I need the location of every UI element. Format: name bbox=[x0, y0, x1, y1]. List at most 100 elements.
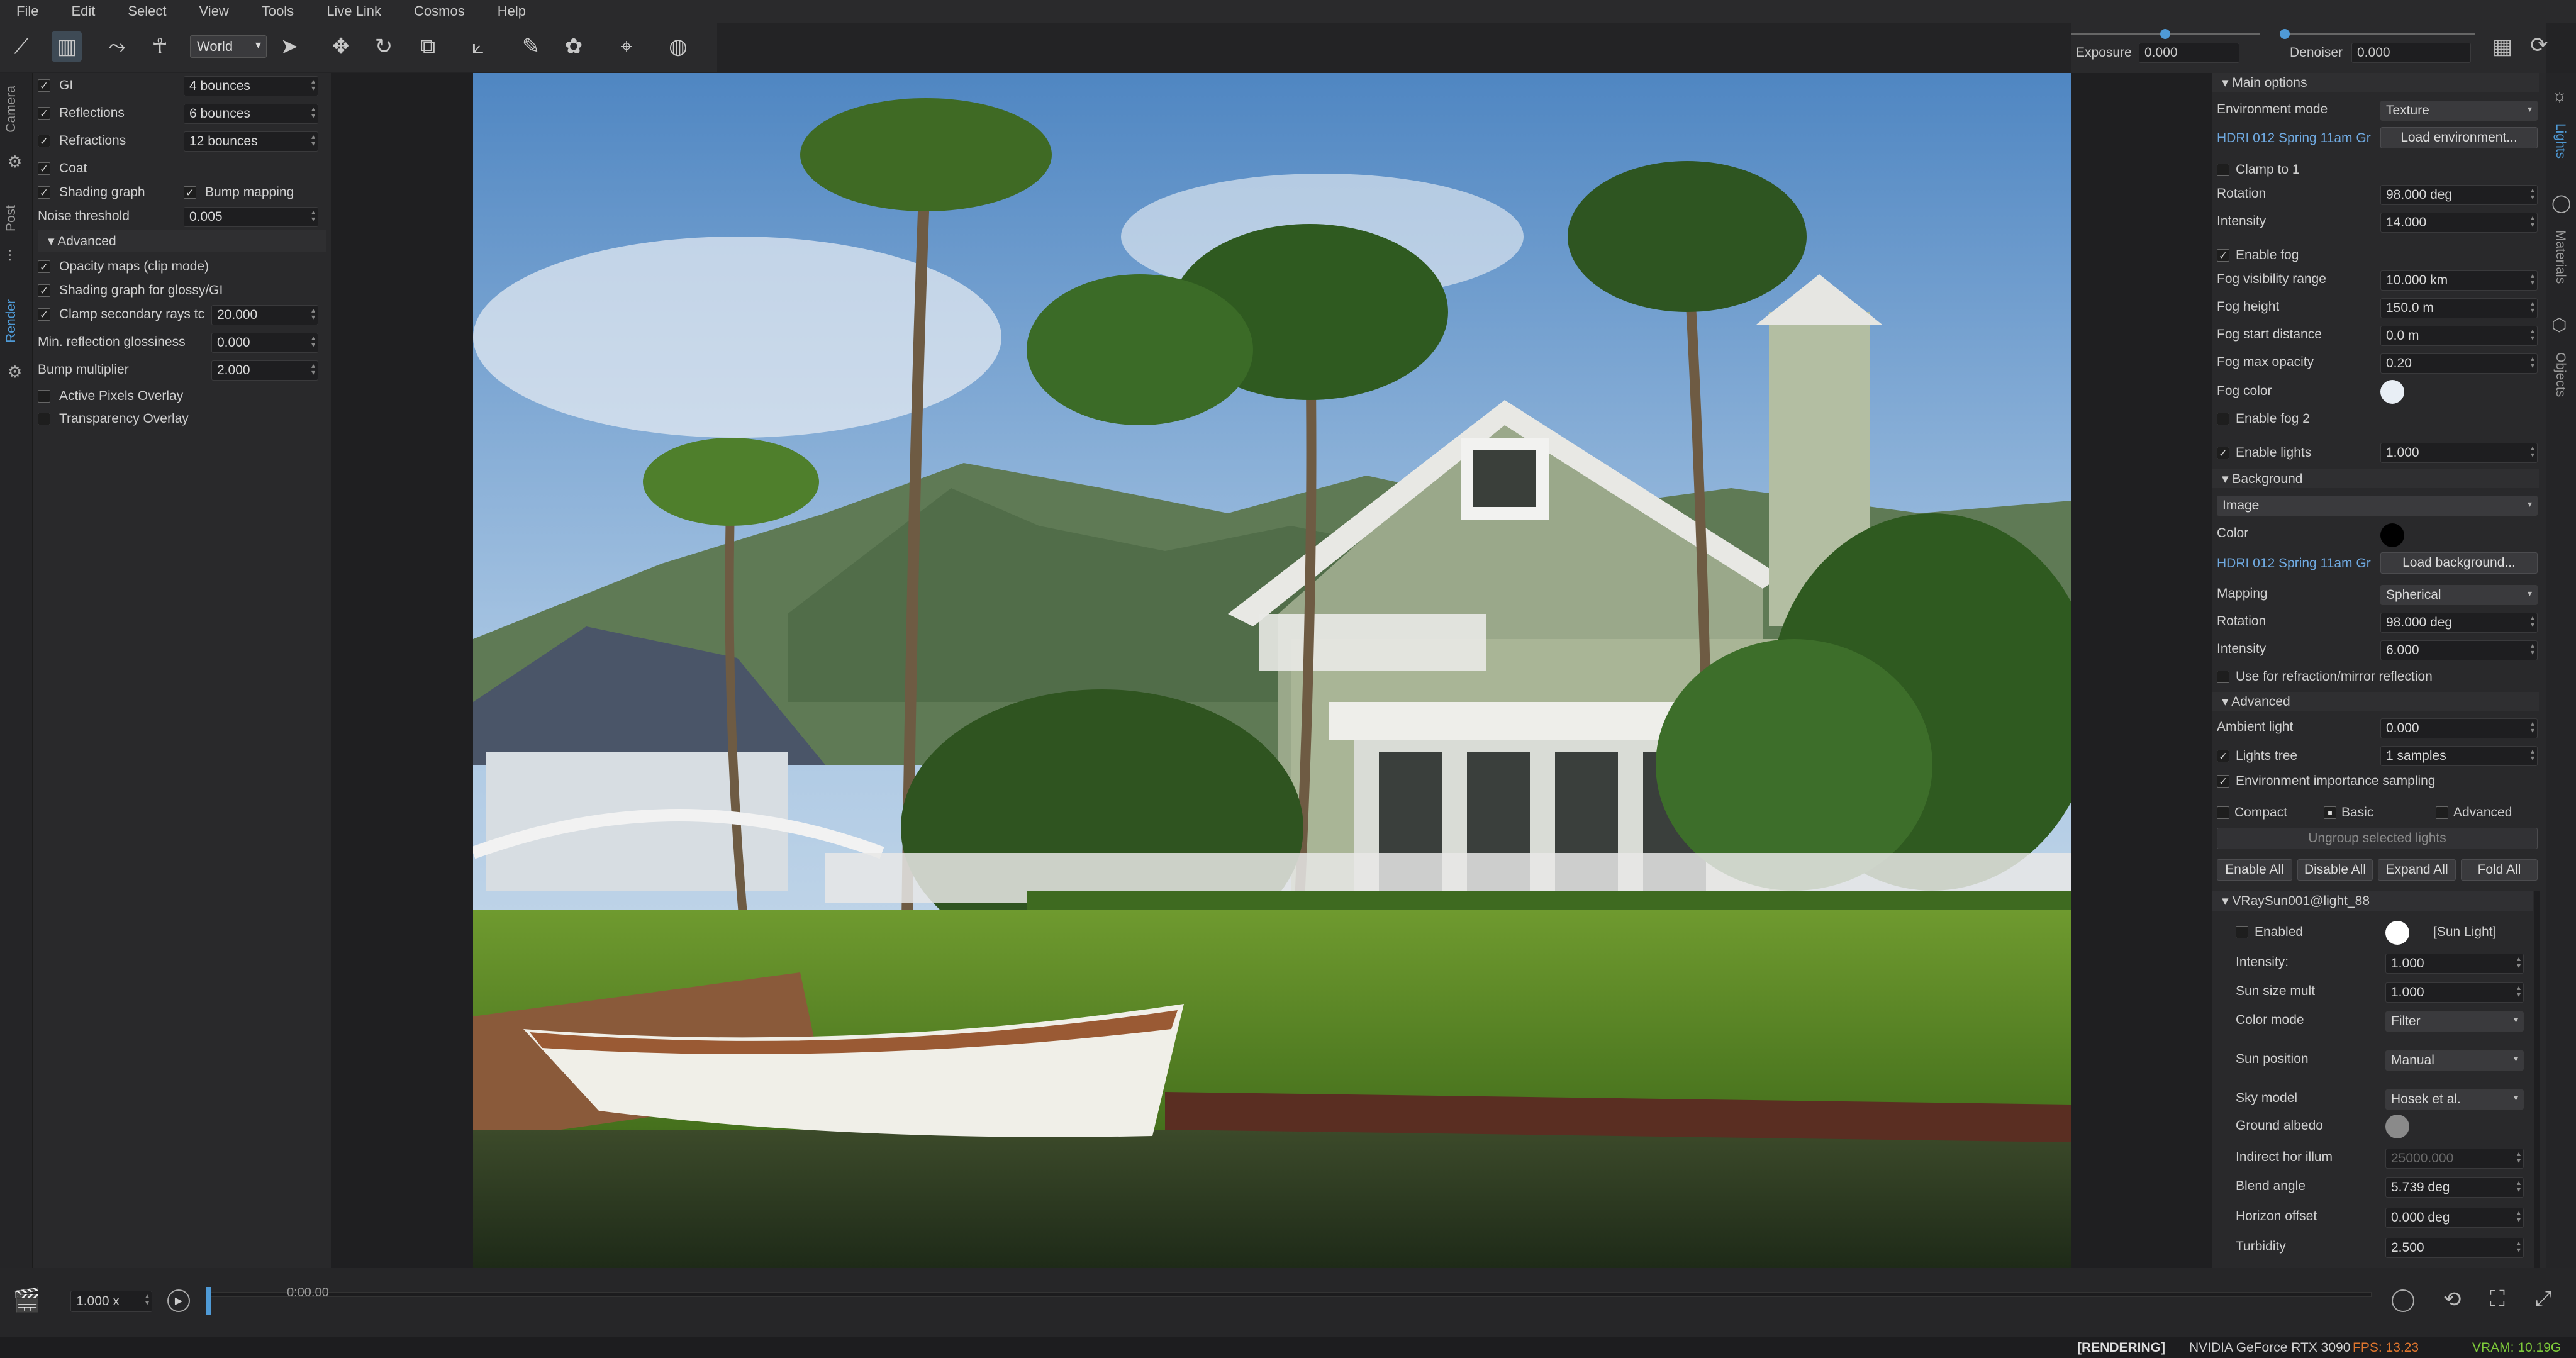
ambient-light-field[interactable]: 0.000 ▴ ▾ bbox=[2380, 718, 2538, 738]
menu-live-link[interactable]: Live Link bbox=[326, 3, 381, 19]
region-render-icon[interactable]: ⛶ bbox=[2490, 1287, 2505, 1311]
sun-sky-model-field[interactable]: Hosek et al. ▾ bbox=[2385, 1089, 2524, 1110]
clamp-secondary-field[interactable]: 20.000 ▴ ▾ bbox=[211, 305, 318, 325]
pointer-icon[interactable]: ➤ bbox=[274, 31, 304, 62]
clapperboard-icon[interactable]: 🎬 bbox=[13, 1287, 41, 1313]
exposure-field[interactable]: 0.000 bbox=[2139, 43, 2239, 63]
exposure-slider-handle[interactable] bbox=[2160, 29, 2170, 39]
enable-lights-checkbox[interactable]: ✓ bbox=[2217, 447, 2229, 459]
fog-opacity-field[interactable]: 0.20 ▴ ▾ bbox=[2380, 353, 2538, 374]
tab-camera[interactable]: Camera bbox=[4, 86, 19, 133]
min-reflection-glossiness-field[interactable]: 0.000 ▴ ▾ bbox=[211, 333, 318, 353]
move-icon[interactable]: ✥ bbox=[326, 31, 356, 62]
bg-rotation-field[interactable]: 98.000 deg ▴ ▾ bbox=[2380, 613, 2538, 633]
tab-render[interactable]: Render bbox=[4, 299, 19, 343]
materials-tab-icon[interactable]: ◯ bbox=[2551, 192, 2571, 213]
menu-help[interactable]: Help bbox=[498, 3, 526, 19]
play-icon[interactable]: ▶ bbox=[167, 1289, 190, 1312]
disable-all-button[interactable]: Disable All bbox=[2297, 859, 2373, 881]
gizmo-icon[interactable]: ⟀ bbox=[463, 31, 493, 62]
sun-ground-albedo-swatch[interactable] bbox=[2385, 1115, 2409, 1138]
palette-icon[interactable]: ◍ bbox=[663, 31, 693, 62]
load-environment-button[interactable]: Load environment... bbox=[2380, 127, 2538, 148]
settings-icon[interactable]: ⟳ bbox=[2530, 33, 2548, 58]
timeline-track[interactable] bbox=[208, 1292, 2372, 1297]
denoiser-slider-handle[interactable] bbox=[2280, 29, 2290, 39]
target-icon[interactable]: ⌖ bbox=[611, 31, 642, 62]
refractions-checkbox[interactable]: ✓ bbox=[38, 135, 50, 147]
compact-radio[interactable]: ✓ bbox=[2217, 806, 2229, 819]
tab-objects[interactable]: Objects bbox=[2553, 352, 2568, 397]
load-background-button[interactable]: Load background... bbox=[2380, 552, 2538, 574]
enable-fog-checkbox[interactable]: ✓ bbox=[2217, 249, 2229, 262]
menu-file[interactable]: File bbox=[16, 3, 38, 19]
opacity-maps-checkbox[interactable]: ✓ bbox=[38, 260, 50, 273]
background-section-header[interactable]: ▾ Background bbox=[2212, 469, 2539, 488]
denoiser-slider[interactable] bbox=[2280, 33, 2475, 35]
tab-post[interactable]: Post bbox=[4, 205, 19, 231]
sun-sun-size-mult-field[interactable]: 1.000 ▴ ▾ bbox=[2385, 982, 2524, 1003]
fog-start-field[interactable]: 0.0 m ▴ ▾ bbox=[2380, 326, 2538, 346]
menu-select[interactable]: Select bbox=[128, 3, 166, 19]
bg-color-swatch[interactable] bbox=[2380, 523, 2404, 547]
enable-lights-field[interactable]: 1.000 ▴ ▾ bbox=[2380, 443, 2538, 463]
shading-graph-glossy-checkbox[interactable]: ✓ bbox=[38, 284, 50, 297]
use-refraction-checkbox[interactable]: ✓ bbox=[2217, 671, 2229, 683]
lights-tree-field[interactable]: 1 samples ▴ ▾ bbox=[2380, 746, 2538, 766]
sun-indirect-hor-illum-field[interactable]: 25000.000 ▴ ▾ bbox=[2385, 1149, 2524, 1169]
sun-color-swatch[interactable] bbox=[2385, 921, 2409, 945]
menu-edit[interactable]: Edit bbox=[71, 3, 95, 19]
hdri-env-link[interactable]: HDRI 012 Spring 11am Gr bbox=[2217, 131, 2378, 146]
enable-fog2-checkbox[interactable]: ✓ bbox=[2217, 413, 2229, 425]
sun-enabled-checkbox[interactable]: ✓ bbox=[2236, 926, 2248, 938]
render-viewport[interactable] bbox=[473, 73, 2071, 1268]
gi-checkbox[interactable]: ✓ bbox=[38, 79, 50, 92]
fog-color-swatch[interactable] bbox=[2380, 380, 2404, 404]
env-mode-select[interactable]: Texture ▾ bbox=[2380, 101, 2538, 121]
advanced-radio[interactable]: ✓ bbox=[2436, 806, 2448, 819]
fullscreen-icon[interactable]: ⤢ bbox=[2535, 1287, 2552, 1311]
scatter-icon[interactable]: ✿ bbox=[559, 31, 589, 62]
ungroup-lights-button[interactable]: Ungroup selected lights bbox=[2217, 828, 2538, 849]
clamp-secondary-checkbox[interactable]: ✓ bbox=[38, 308, 50, 321]
vray-icon[interactable]: ▥ bbox=[52, 31, 82, 62]
objects-tab-icon[interactable]: ⬡ bbox=[2551, 314, 2567, 335]
right-advanced-section-header[interactable]: ▾ Advanced bbox=[2212, 692, 2539, 711]
lights-tree-checkbox[interactable]: ✓ bbox=[2217, 750, 2229, 762]
fog-visibility-field[interactable]: 10.000 km ▴ ▾ bbox=[2380, 270, 2538, 291]
hdri-bg-link[interactable]: HDRI 012 Spring 11am Gr bbox=[2217, 556, 2378, 571]
reflections-checkbox[interactable]: ✓ bbox=[38, 107, 50, 120]
paint-icon[interactable]: ✎ bbox=[516, 31, 546, 62]
path-icon[interactable]: ⤳ bbox=[102, 31, 132, 62]
menu-cosmos[interactable]: Cosmos bbox=[414, 3, 465, 19]
advanced-section-header[interactable]: ▾ Advanced bbox=[38, 230, 326, 252]
tab-lights[interactable]: Lights bbox=[2553, 123, 2568, 159]
menu-view[interactable]: View bbox=[199, 3, 229, 19]
sun-blend-angle-field[interactable]: 5.739 deg ▴ ▾ bbox=[2385, 1177, 2524, 1198]
timeline-playhead[interactable] bbox=[206, 1287, 211, 1315]
rotate-icon[interactable]: ↻ bbox=[369, 31, 399, 62]
enable-all-button[interactable]: Enable All bbox=[2217, 859, 2292, 881]
main-options-header[interactable]: ▾ Main options bbox=[2212, 73, 2539, 92]
active-pixels-overlay-checkbox[interactable]: ✓ bbox=[38, 390, 50, 403]
mapping-select[interactable]: Spherical ▾ bbox=[2380, 585, 2538, 605]
coordinate-space-select[interactable]: World ▾ bbox=[190, 35, 267, 58]
fold-all-button[interactable]: Fold All bbox=[2461, 859, 2538, 881]
denoiser-field[interactable]: 0.000 bbox=[2351, 43, 2471, 63]
walk-icon[interactable]: ☥ bbox=[145, 31, 175, 62]
refractions-bounces-field[interactable]: 12 bounces ▴ ▾ bbox=[184, 131, 318, 152]
bump-multiplier-field[interactable]: 2.000 ▴ ▾ bbox=[211, 360, 318, 381]
sun-light-header[interactable]: ▾ VRaySun001@light_88 bbox=[2212, 891, 2533, 911]
sun-color-mode-field[interactable]: Filter ▾ bbox=[2385, 1011, 2524, 1032]
tab-materials[interactable]: Materials bbox=[2553, 230, 2568, 284]
coat-checkbox[interactable]: ✓ bbox=[38, 162, 50, 175]
shading-graph-checkbox[interactable]: ✓ bbox=[38, 186, 50, 199]
record-icon[interactable] bbox=[2392, 1289, 2414, 1312]
sun-horizon-offset-field[interactable]: 0.000 deg ▴ ▾ bbox=[2385, 1208, 2524, 1228]
env-intensity-field[interactable]: 14.000 ▴ ▾ bbox=[2380, 213, 2538, 233]
transparency-overlay-checkbox[interactable]: ✓ bbox=[38, 413, 50, 425]
camera-icon[interactable]: ⚙ bbox=[8, 152, 22, 172]
reflections-bounces-field[interactable]: 6 bounces ▴ ▾ bbox=[184, 104, 318, 124]
basic-radio[interactable]: ■ bbox=[2324, 806, 2336, 819]
render-settings-icon[interactable]: ⚙ bbox=[8, 362, 22, 382]
